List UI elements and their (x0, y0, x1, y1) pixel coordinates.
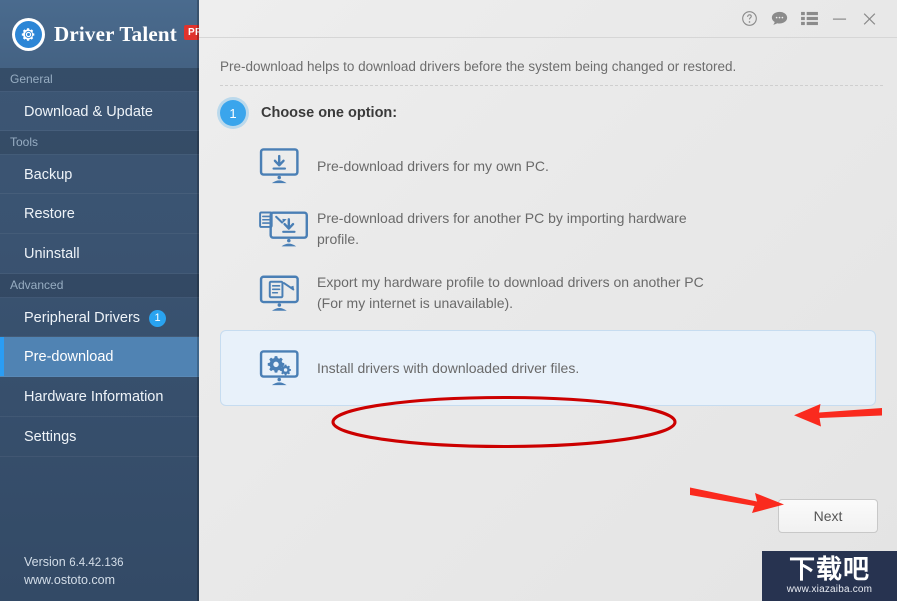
options-list: Pre-download drivers for my own PC. Pre-… (199, 138, 897, 406)
step-number-badge: 1 (220, 100, 246, 126)
close-icon[interactable] (854, 5, 884, 33)
sidebar-item-label: Peripheral Drivers (24, 310, 141, 326)
sidebar-item-label: Download & Update (24, 104, 153, 120)
sidebar-item-download-update[interactable]: Download & Update (0, 91, 199, 131)
option-label: Export my hardware profile to download d… (317, 274, 704, 311)
sidebar-item-pre-download[interactable]: Pre-download (0, 337, 199, 377)
site-watermark: 下载吧 www.xiazaiba.com (762, 551, 897, 601)
sidebar-item-restore[interactable]: Restore (0, 194, 199, 234)
sidebar-item-label: Pre-download (24, 349, 114, 365)
sidebar-item-settings[interactable]: Settings (0, 417, 199, 457)
titlebar (199, 0, 897, 38)
version-number: 6.4.42.136 (69, 557, 124, 569)
sidebar-item-label: Uninstall (24, 246, 80, 262)
sidebar-item-badge: 1 (149, 309, 167, 327)
option-predownload-own-pc[interactable]: Pre-download drivers for my own PC. (220, 138, 876, 194)
feedback-chat-icon[interactable] (764, 5, 794, 33)
option-label: Pre-download drivers for my own PC. (317, 157, 549, 174)
version-label: Version (24, 555, 66, 569)
monitor-export-profile-icon (259, 274, 317, 313)
driver-talent-window: Driver Talent PRO General Download & Upda… (0, 0, 897, 601)
next-button[interactable]: Next (778, 499, 878, 533)
step-row: 1 Choose one option: (199, 86, 897, 126)
sidebar-footer: Version 6.4.42.136 www.ostoto.com (24, 554, 124, 589)
sidebar-item-peripheral-drivers[interactable]: Peripheral Drivers 1 (0, 297, 199, 337)
minimize-icon[interactable] (824, 5, 854, 33)
monitor-download-icon (259, 147, 317, 185)
app-title: Driver Talent (54, 21, 177, 46)
sidebar-item-uninstall[interactable]: Uninstall (0, 234, 199, 274)
monitor-gears-icon (259, 349, 317, 387)
option-label: Install drivers with downloaded driver f… (317, 359, 580, 376)
pro-badge: PRO (183, 24, 199, 40)
app-brand: Driver Talent PRO (0, 0, 199, 68)
option-export-hardware-profile[interactable]: Export my hardware profile to download d… (220, 262, 876, 324)
intro-text: Pre-download helps to download drivers b… (220, 59, 737, 74)
option-install-downloaded-files[interactable]: Install drivers with downloaded driver f… (220, 330, 876, 406)
sidebar-nav: General Download & Update Tools Backup Resto… (0, 68, 199, 457)
app-logo-gear-icon (12, 17, 45, 51)
watermark-url: www.xiazaiba.com (786, 584, 873, 595)
main-content: Pre-download helps to download drivers b… (199, 0, 897, 601)
sidebar-item-label: Backup (24, 167, 73, 183)
sidebar-item-hardware-information[interactable]: Hardware Information (0, 377, 199, 417)
version-line: Version 6.4.42.136 (24, 554, 124, 572)
sidebar-item-label: Restore (24, 206, 75, 222)
help-icon[interactable] (734, 5, 764, 33)
sidebar-section-header: General (0, 68, 199, 91)
footer-actions: Next (778, 499, 878, 533)
sidebar-item-label: Hardware Information (24, 389, 164, 405)
monitor-import-profile-icon (259, 209, 317, 249)
watermark-logo-text: 下载吧 (788, 555, 870, 585)
sidebar-section-header: Tools (0, 131, 199, 154)
sidebar-section-header: Advanced (0, 274, 199, 297)
sidebar-item-backup[interactable]: Backup (0, 154, 199, 194)
step-label: Choose one option: (261, 105, 398, 121)
website-link[interactable]: www.ostoto.com (24, 572, 124, 589)
sidebar: Driver Talent PRO General Download & Upda… (0, 0, 199, 601)
menu-list-icon[interactable] (794, 5, 824, 33)
sidebar-item-label: Settings (24, 429, 77, 445)
option-predownload-another-pc[interactable]: Pre-download drivers for another PC by i… (220, 198, 876, 260)
option-label: Pre-download drivers for another PC by i… (317, 210, 687, 247)
